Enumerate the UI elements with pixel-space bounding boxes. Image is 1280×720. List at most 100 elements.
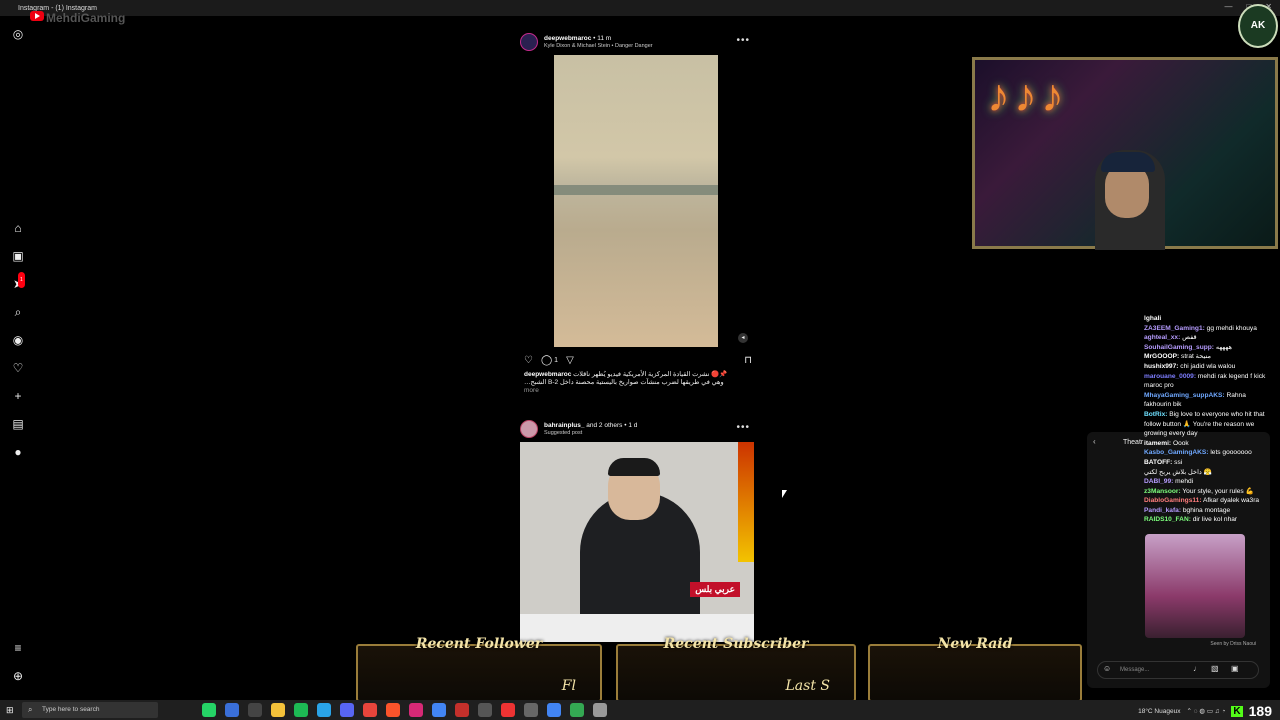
- home-icon[interactable]: ⌂: [10, 220, 26, 236]
- chat-text: ssi: [1174, 458, 1183, 466]
- like-icon[interactable]: ♡: [524, 355, 533, 366]
- app-icon[interactable]: [478, 703, 492, 717]
- caption-username[interactable]: deepwebmaroc: [524, 371, 571, 378]
- profile-avatar[interactable]: ●: [10, 444, 26, 460]
- chat-username[interactable]: z3Mansoor:: [1144, 488, 1181, 495]
- system-tray: 18°C Nuageux ⌃ ◌ ◍ ▭ ♫ ◔ K 189: [1138, 703, 1272, 719]
- post-image[interactable]: عربي بلس: [520, 442, 754, 642]
- explore-icon[interactable]: ◉: [10, 332, 26, 348]
- taskbar-search[interactable]: Type here to search: [22, 702, 158, 718]
- post-username[interactable]: deepwebmaroc: [544, 35, 591, 42]
- messages-icon[interactable]: ➤1: [10, 272, 26, 292]
- mute-icon[interactable]: ◂: [738, 333, 748, 343]
- minimize-button[interactable]: —: [1224, 2, 1232, 11]
- chat-username[interactable]: Pandi_kafa:: [1144, 507, 1181, 514]
- chat-username[interactable]: MhayaGaming_suppAKS:: [1144, 392, 1225, 399]
- channel-logo: AK: [1238, 4, 1278, 48]
- file-explorer-icon[interactable]: [271, 703, 285, 717]
- microphone-icon[interactable]: ♩: [1193, 664, 1201, 673]
- back-icon[interactable]: ‹: [1093, 437, 1096, 446]
- post-video[interactable]: ◂: [520, 55, 754, 349]
- chrome-icon[interactable]: [547, 703, 561, 717]
- post-username[interactable]: bahrainplus_: [544, 422, 584, 429]
- new-raid-box: New Raid: [868, 636, 1082, 702]
- whatsapp-icon[interactable]: [202, 703, 216, 717]
- bookmark-icon[interactable]: ⊓: [744, 355, 752, 366]
- instagram-logo-icon[interactable]: ◎: [10, 26, 26, 42]
- weather-info[interactable]: 18°C Nuageux: [1138, 708, 1180, 715]
- chat-username[interactable]: RAIDS10_FAN:: [1144, 516, 1191, 523]
- chat-text: bghina montage: [1182, 506, 1231, 514]
- more-options-icon[interactable]: •••: [736, 35, 750, 46]
- menu-icon[interactable]: ≡: [10, 640, 26, 656]
- post-time: • 1 d: [624, 422, 638, 429]
- image-icon[interactable]: ▧: [1211, 664, 1219, 673]
- chat-username[interactable]: DABI_99:: [1144, 478, 1173, 485]
- app-icon[interactable]: [455, 703, 469, 717]
- chat-text: mehdi: [1175, 478, 1194, 486]
- alert-title: New Raid: [937, 636, 1013, 652]
- app-icon[interactable]: [593, 703, 607, 717]
- chat-username[interactable]: ZA3EEM_Gaming1:: [1144, 325, 1205, 332]
- post-audio[interactable]: Kyle Dixon & Michael Stein • Danger Dang…: [544, 43, 653, 49]
- app-icon[interactable]: [225, 703, 239, 717]
- chat-message: BotRix: Big love to everyone who hit tha…: [1144, 410, 1268, 439]
- chat-username[interactable]: marouane_0009:: [1144, 373, 1196, 380]
- dashboard-icon[interactable]: ▤: [10, 416, 26, 432]
- settings-icon[interactable]: [524, 703, 538, 717]
- discord-icon[interactable]: [340, 703, 354, 717]
- more-options-icon[interactable]: •••: [736, 422, 750, 433]
- seen-status: Seen by Driss Naoui: [1210, 641, 1256, 647]
- chat-username[interactable]: SouhailGaming_supp:: [1144, 344, 1214, 351]
- browser-icon[interactable]: [432, 703, 446, 717]
- chat-username[interactable]: DiabloGamings11:: [1144, 497, 1202, 504]
- chat-username[interactable]: Kasbo_GamingAKS:: [1144, 449, 1208, 456]
- chat-text: Oook: [1172, 439, 1189, 447]
- comment-icon[interactable]: ◯: [541, 355, 552, 366]
- chat-username[interactable]: BotRix:: [1144, 411, 1167, 418]
- shared-post-thumbnail[interactable]: [1145, 534, 1245, 638]
- media-logo: عربي بلس: [690, 582, 740, 597]
- chat-username[interactable]: MrGOOOP:: [1144, 353, 1179, 360]
- instagram-icon[interactable]: [409, 703, 423, 717]
- chat-text: dir live kol nhar: [1192, 516, 1238, 524]
- comment-count: 1: [554, 356, 559, 364]
- chat-message: hushix997: chi jadid wla walou: [1144, 362, 1268, 372]
- share-icon[interactable]: ▽: [566, 355, 574, 366]
- avatar[interactable]: [520, 33, 538, 51]
- tray-icons[interactable]: ⌃ ◌ ◍ ▭ ♫ ◔: [1186, 707, 1225, 715]
- mouse-cursor: [782, 490, 787, 498]
- window-titlebar: Instagram - (1) Instagram — □ ✕: [0, 0, 1280, 16]
- chat-username[interactable]: hushix997:: [1144, 363, 1178, 370]
- instagram-sidebar: ◎ ⌂ ▣ ➤1 ⌕ ◉ ♡ + ▤ ● ≡ ⊕: [0, 16, 36, 696]
- chat-username[interactable]: aghteal_xx:: [1144, 334, 1180, 341]
- chat-message: itamemi: Oook: [1144, 439, 1268, 449]
- reels-icon[interactable]: ▣: [10, 248, 26, 264]
- chrome-icon[interactable]: [570, 703, 584, 717]
- chat-username[interactable]: BATOFF:: [1144, 459, 1172, 466]
- telegram-icon[interactable]: [317, 703, 331, 717]
- emoji-icon[interactable]: ☺: [1103, 664, 1111, 673]
- streamer-face: [1105, 164, 1149, 218]
- threads-icon[interactable]: ⊕: [10, 668, 26, 684]
- chat-username[interactable]: itamemi:: [1144, 440, 1171, 447]
- search-icon[interactable]: ⌕: [10, 304, 26, 320]
- caption-more-link[interactable]: more: [524, 387, 539, 394]
- sticker-icon[interactable]: ▣: [1231, 664, 1239, 673]
- chat-text: gg mehdi khouya: [1206, 324, 1257, 332]
- heart-icon[interactable]: ♡: [10, 360, 26, 376]
- stream-watermark: MehdiGaming: [46, 11, 126, 25]
- avatar[interactable]: [520, 420, 538, 438]
- windows-start-icon[interactable]: ⊞: [6, 705, 14, 716]
- post-collaborators[interactable]: and 2 others: [586, 422, 622, 429]
- brave-icon[interactable]: [386, 703, 400, 717]
- taskbar-apps: [202, 703, 607, 717]
- chrome-icon[interactable]: [363, 703, 377, 717]
- youtube-icon[interactable]: [501, 703, 515, 717]
- spotify-icon[interactable]: [294, 703, 308, 717]
- chat-username[interactable]: lghali: [1144, 315, 1161, 322]
- chat-message: Pandi_kafa: bghina montage: [1144, 506, 1268, 516]
- chat-message: DiabloGamings11: Afkar dyalek wa3ra: [1144, 496, 1268, 506]
- create-icon[interactable]: +: [10, 388, 26, 404]
- app-icon[interactable]: [248, 703, 262, 717]
